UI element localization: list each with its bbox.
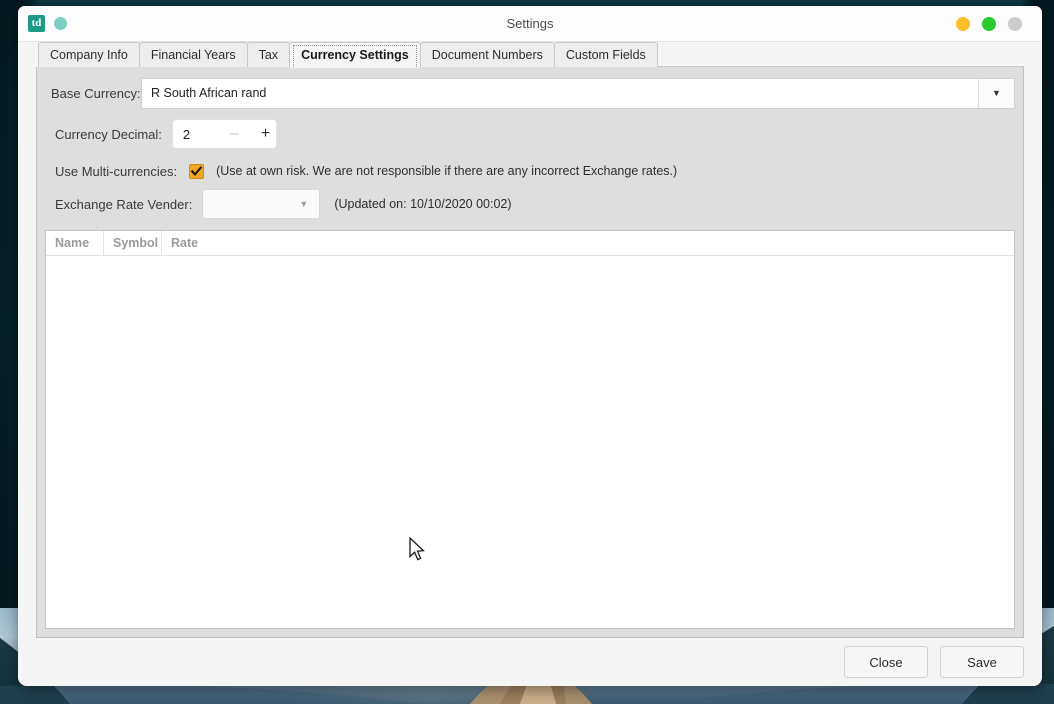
chevron-down-icon[interactable]: ▼ xyxy=(978,78,1014,108)
base-currency-row: Base Currency: R South African rand ▼ xyxy=(45,77,1015,109)
decrement-button[interactable]: – xyxy=(230,126,239,142)
tab-label: Currency Settings xyxy=(301,48,409,62)
currency-table-header: Name Symbol Rate xyxy=(46,231,1014,256)
currency-decimal-value: 2 xyxy=(182,126,191,142)
use-multicurrencies-checkbox[interactable] xyxy=(189,163,205,179)
tab-label: Custom Fields xyxy=(565,48,646,62)
maximize-button[interactable] xyxy=(982,16,996,31)
currency-settings-panel: Base Currency: R South African rand ▼ Cu… xyxy=(36,67,1024,638)
base-currency-select[interactable]: R South African rand ▼ xyxy=(141,77,1015,109)
close-window-button[interactable] xyxy=(1008,16,1022,31)
tab-document-numbers[interactable]: Document Numbers xyxy=(419,42,555,67)
currency-decimal-label: Currency Decimal: xyxy=(55,126,162,142)
tab-label: Financial Years xyxy=(150,48,236,62)
dialog-footer: Close Save xyxy=(18,638,1042,686)
column-header-symbol[interactable]: Symbol xyxy=(104,231,162,255)
desktop-background: td Settings Company Info Financial Years… xyxy=(0,0,1054,704)
checkmark-icon xyxy=(191,165,203,176)
window-controls xyxy=(956,16,1042,31)
settings-tabstrip: Company Info Financial Years Tax Currenc… xyxy=(18,42,1042,68)
settings-window: td Settings Company Info Financial Years… xyxy=(18,6,1042,686)
exchange-rate-vendor-row: Exchange Rate Vender: ▼ (Updated on: 10/… xyxy=(45,187,1015,221)
close-button[interactable]: Close xyxy=(844,646,928,678)
base-currency-value: R South African rand xyxy=(151,86,267,100)
window-titlebar: td Settings xyxy=(18,6,1042,42)
tab-tax[interactable]: Tax xyxy=(246,42,291,67)
currency-table: Name Symbol Rate xyxy=(45,230,1015,629)
tab-label: Tax xyxy=(258,48,279,62)
chevron-down-icon[interactable]: ▼ xyxy=(299,199,308,209)
base-currency-label: Base Currency: xyxy=(51,85,141,101)
tab-custom-fields[interactable]: Custom Fields xyxy=(553,42,658,67)
exchange-rate-vendor-label: Exchange Rate Vender: xyxy=(55,196,193,212)
currency-decimal-stepper[interactable]: 2 – + xyxy=(171,119,277,149)
use-multicurrencies-label: Use Multi-currencies: xyxy=(55,163,178,179)
increment-button[interactable]: + xyxy=(261,126,270,142)
exchange-rate-updated-text: (Updated on: 10/10/2020 00:02) xyxy=(334,197,512,211)
exchange-rate-vendor-select[interactable]: ▼ xyxy=(202,189,321,219)
tab-company-info[interactable]: Company Info xyxy=(38,42,140,67)
tab-label: Document Numbers xyxy=(431,48,543,62)
multicurrencies-warning-text: (Use at own risk. We are not responsible… xyxy=(216,164,678,178)
save-button[interactable]: Save xyxy=(940,646,1024,678)
app-logo-icon: td xyxy=(28,15,45,32)
window-title: Settings xyxy=(506,16,554,31)
currency-table-body[interactable] xyxy=(46,256,1014,628)
column-header-name[interactable]: Name xyxy=(46,231,104,255)
currency-decimal-row: Currency Decimal: 2 – + xyxy=(45,119,1015,149)
status-dot-icon xyxy=(54,17,67,30)
use-multicurrencies-row: Use Multi-currencies: (Use at own risk. … xyxy=(45,157,1015,185)
tab-currency-settings[interactable]: Currency Settings xyxy=(289,42,421,68)
tab-financial-years[interactable]: Financial Years xyxy=(138,42,248,67)
minimize-button[interactable] xyxy=(956,16,970,31)
tab-label: Company Info xyxy=(50,48,128,62)
titlebar-left-group: td xyxy=(18,15,67,32)
column-header-rate[interactable]: Rate xyxy=(162,231,1014,255)
